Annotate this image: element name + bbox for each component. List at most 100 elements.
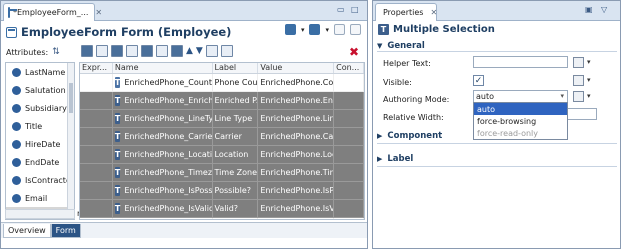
list-item[interactable]: Email xyxy=(6,189,74,207)
image-icon[interactable] xyxy=(171,45,183,57)
column-header-con[interactable]: Con... xyxy=(334,63,364,73)
form-icon xyxy=(8,7,17,18)
attribute-list-scrollbar[interactable] xyxy=(67,63,74,219)
expand-arrow-icon: ▶ xyxy=(377,154,383,163)
close-icon[interactable]: ✕ xyxy=(95,8,102,17)
table-row[interactable]: TEnrichedPhone_IsPossible (...Possible?E… xyxy=(80,181,364,200)
column-header-label[interactable]: Label xyxy=(213,63,259,73)
expand-icon[interactable] xyxy=(205,45,218,57)
columns-icon[interactable] xyxy=(96,45,108,57)
list-item[interactable]: HireDate xyxy=(6,135,74,153)
editor-tab[interactable]: *EmployeeForm_... ✕ xyxy=(3,3,102,21)
collapse-icon[interactable] xyxy=(220,45,233,57)
text-field-icon: T xyxy=(114,77,121,88)
settings-icon[interactable] xyxy=(126,45,138,57)
move-up-icon[interactable]: ▲ xyxy=(186,46,193,56)
chevron-down-icon[interactable]: ▾ xyxy=(587,76,591,84)
chevron-down-icon[interactable]: ▾ xyxy=(301,26,305,34)
form-fields-table: Expr... Name Label Value Con... T Enriche… xyxy=(79,62,365,220)
name-cell: TEnrichedPhone_LineType (S... xyxy=(113,109,213,128)
save-icon[interactable] xyxy=(334,24,345,35)
delete-icon[interactable]: ✖ xyxy=(349,45,359,59)
list-item[interactable]: Subsidiary xyxy=(6,99,74,117)
list-item[interactable]: Title xyxy=(6,117,74,135)
column-header-expr[interactable]: Expr... xyxy=(80,63,113,73)
dropdown-option-auto[interactable]: auto xyxy=(474,103,567,115)
dropdown-option-force-read-only[interactable]: force-read-only xyxy=(474,127,567,139)
add-layout-icon[interactable] xyxy=(284,24,296,35)
move-down-icon[interactable]: ▼ xyxy=(196,46,203,56)
attribute-label: HireDate xyxy=(25,139,61,149)
table-row[interactable]: TEnrichedPhone_Timezones ...Time ZonesEn… xyxy=(80,163,364,182)
value-cell: EnrichedPhone.Cou... xyxy=(258,73,335,92)
attribute-icon xyxy=(12,157,21,167)
tab-overview[interactable]: Overview xyxy=(3,224,51,238)
table-row[interactable]: TEnrichedPhone_Location (S...LocationEnr… xyxy=(80,145,364,164)
table-row[interactable]: TEnrichedPhone_Country (St...Phone Cou..… xyxy=(80,73,364,92)
maximize-icon[interactable]: □ xyxy=(351,5,359,14)
section-component[interactable]: ▶ Component xyxy=(377,129,442,142)
chevron-down-icon[interactable]: ▾ xyxy=(325,26,329,34)
expr-cell xyxy=(80,199,113,218)
chevron-down-icon[interactable]: ▾ xyxy=(587,92,591,100)
con-cell xyxy=(334,181,364,200)
edit-icon[interactable] xyxy=(573,91,584,102)
tab-form[interactable]: Form xyxy=(50,224,81,238)
attribute-icon xyxy=(12,85,21,95)
refresh-icon[interactable] xyxy=(350,24,361,35)
list-item[interactable]: IsContracto xyxy=(6,171,74,189)
column-header-name[interactable]: Name xyxy=(113,63,213,73)
column-header-value[interactable]: Value xyxy=(258,63,335,73)
list-item[interactable]: Salutation xyxy=(6,81,74,99)
add-field-icon[interactable] xyxy=(309,24,321,35)
label-cell: Carrier xyxy=(213,127,259,146)
visible-checkbox[interactable]: ✓ xyxy=(473,75,484,86)
edit-icon[interactable] xyxy=(573,75,584,86)
section-label[interactable]: ▶ Label xyxy=(377,152,413,165)
attribute-label: Title xyxy=(25,121,43,131)
chevron-down-icon[interactable]: ▾ xyxy=(560,92,564,100)
minimize-icon[interactable]: ▭ xyxy=(337,5,345,14)
view-menu-icon[interactable]: ▣ xyxy=(585,5,593,14)
con-cell xyxy=(334,199,364,218)
con-cell xyxy=(334,163,364,182)
edit-icon[interactable] xyxy=(573,57,584,68)
chevron-down-icon[interactable]: ▾ xyxy=(587,58,591,66)
table-row[interactable]: TEnrichedPhone_LineType (S...Line TypeEn… xyxy=(80,109,364,128)
form-icon xyxy=(6,26,17,38)
list-item[interactable]: LastName xyxy=(6,63,74,81)
grid-icon[interactable] xyxy=(111,45,123,57)
attribute-list-hscrollbar[interactable] xyxy=(5,209,75,219)
section-general-label: General xyxy=(387,40,425,51)
editor-tab-bar: *EmployeeForm_... ✕ ▭ □ xyxy=(1,1,367,21)
value-cell: EnrichedPhone.IsVa... xyxy=(258,199,335,218)
table-icon[interactable] xyxy=(141,45,153,57)
text-field-icon: T xyxy=(114,131,121,142)
editor-bottom-tabs: Overview Form xyxy=(1,222,367,238)
attribute-toolbar: ▲ ▼ xyxy=(81,45,233,57)
attribute-list: LastName Salutation Subsidiary Title HireDat… xyxy=(5,62,75,220)
table-header: Expr... Name Label Value Con... xyxy=(80,63,364,74)
text-field-icon: T xyxy=(114,149,121,160)
list-item[interactable]: EndDate xyxy=(6,153,74,171)
page-title: EmployeeForm Form (Employee) xyxy=(21,25,232,39)
field-name: EnrichedPhone_IsPossible (... xyxy=(124,186,213,195)
properties-header: T Multiple Selection xyxy=(373,21,620,37)
table-row[interactable]: TEnrichedPhone_IsValid (Stri...Valid?Enr… xyxy=(80,199,364,218)
attributes-row: Attributes: ⇅ ▲ ▼ ✖ xyxy=(1,43,367,61)
dropdown-option-force-browsing[interactable]: force-browsing xyxy=(474,115,567,127)
chevron-down-icon[interactable]: ▽ xyxy=(601,5,607,14)
field-name: EnrichedPhone_Timezones ... xyxy=(124,168,213,177)
chart-icon[interactable] xyxy=(156,45,168,57)
layout-icon[interactable] xyxy=(81,45,93,57)
name-cell: TEnrichedPhone_EnrichedPh... xyxy=(113,91,213,110)
table-row[interactable]: TEnrichedPhone_Carrier (Str...CarrierEnr… xyxy=(80,127,364,146)
value-cell: EnrichedPhone.Line... xyxy=(258,109,335,128)
close-icon[interactable]: ✕ xyxy=(430,8,437,17)
table-row[interactable]: TSalutation (String) Salutation xyxy=(80,217,364,219)
sort-icon[interactable]: ⇅ xyxy=(52,47,60,57)
helper-text-input[interactable] xyxy=(473,56,568,68)
properties-tab[interactable]: Properties ✕ xyxy=(375,3,437,21)
table-row[interactable]: TEnrichedPhone_EnrichedPh...Enriched P..… xyxy=(80,91,364,110)
scrollbar-thumb[interactable] xyxy=(69,83,73,113)
